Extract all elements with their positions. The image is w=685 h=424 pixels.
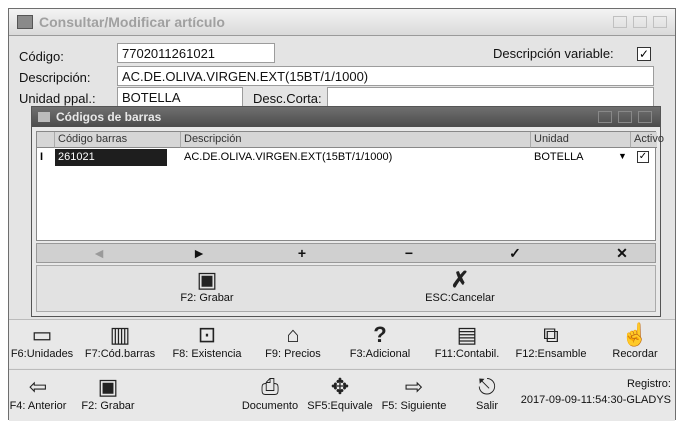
- assembly-button[interactable]: ⧉ F12:Ensamble: [511, 322, 591, 360]
- dialog-icon: [38, 112, 50, 122]
- equivalence-label: SF5:Equivale: [307, 400, 373, 412]
- prices-label: F9: Precios: [265, 348, 321, 360]
- confirm-record-button[interactable]: ✓: [505, 245, 525, 262]
- printer-icon: ⎙: [261, 374, 279, 399]
- descripcion-variable-label: Descripción variable:: [493, 46, 614, 61]
- price-tag-icon: ⌂: [286, 322, 300, 347]
- record-label: Registro:: [626, 378, 671, 390]
- exit-button[interactable]: ⎋ Salir: [467, 374, 507, 412]
- dialog-cancel-label: ESC:Cancelar: [425, 292, 495, 304]
- record-value: 2017-09-09-11:54:30-GLADYS: [520, 394, 671, 406]
- save-label: F2: Grabar: [81, 400, 135, 412]
- window-controls: [613, 16, 667, 28]
- barcode-icon: ▥: [109, 322, 131, 347]
- hand-pointer-icon: ☝: [621, 322, 649, 347]
- exit-icon: ⎋: [478, 374, 496, 399]
- descripcion-field[interactable]: AC.DE.OLIVA.VIRGEN.EXT(15BT/1/1000): [117, 66, 654, 86]
- equivalence-button[interactable]: ✥ SF5:Equivale: [305, 374, 375, 412]
- dialog-save-label: F2: Grabar: [180, 292, 234, 304]
- save-icon: ▣: [97, 374, 119, 399]
- cell-descripcion[interactable]: AC.DE.OLIVA.VIRGEN.EXT(15BT/1/1000): [181, 149, 531, 166]
- column-header-activo[interactable]: Activo: [631, 132, 664, 148]
- prev-record-button[interactable]: ◄: [89, 245, 109, 261]
- remember-label: Recordar: [612, 348, 658, 360]
- previous-button[interactable]: ⇦ F4: Anterior: [3, 374, 73, 412]
- cell-activo-checkbox[interactable]: ✓: [637, 151, 649, 163]
- add-record-button[interactable]: +: [292, 245, 312, 261]
- assembly-label: F12:Ensamble: [515, 348, 587, 360]
- dropdown-arrow-icon[interactable]: ▼: [615, 149, 629, 166]
- accounting-button[interactable]: ▤ F11:Contabil.: [427, 322, 507, 360]
- minimize-icon[interactable]: [613, 16, 627, 28]
- grid-navigator: ◄ ► + − ✓ ✕: [36, 243, 656, 263]
- window-titlebar: Consultar/Modificar artículo: [9, 9, 675, 36]
- stock-icon: ⊡: [197, 322, 217, 347]
- column-header-descripcion[interactable]: Descripción: [181, 132, 531, 148]
- delete-record-button[interactable]: ✕: [612, 245, 632, 262]
- maximize-icon[interactable]: [633, 16, 647, 28]
- barcodes-button[interactable]: ▥ F7:Cód.barras: [79, 322, 161, 360]
- maximize-icon[interactable]: [618, 111, 632, 123]
- barcodes-label: F7:Cód.barras: [84, 348, 156, 360]
- cell-unidad[interactable]: BOTELLA: [531, 149, 611, 166]
- barcodes-titlebar: Códigos de barras: [32, 107, 660, 127]
- equivalence-icon: ✥: [330, 374, 350, 399]
- codigo-field[interactable]: 7702011261021: [117, 43, 275, 63]
- stock-button[interactable]: ⊡ F8: Existencia: [167, 322, 247, 360]
- arrow-left-icon: ⇦: [28, 374, 48, 399]
- dialog-action-bar: ▣ F2: Grabar ✗ ESC:Cancelar: [36, 265, 656, 312]
- dialog-cancel-button[interactable]: ✗ ESC:Cancelar: [415, 267, 505, 305]
- row-indicator-header: [37, 132, 55, 148]
- dialog-controls: [598, 111, 652, 123]
- codigo-label: Código:: [19, 49, 64, 64]
- units-label: F6:Unidades: [10, 348, 74, 360]
- additional-button[interactable]: ? F3:Adicional: [343, 322, 417, 360]
- unidad-field[interactable]: BOTELLA: [117, 87, 243, 107]
- dialog-save-button[interactable]: ▣ F2: Grabar: [167, 267, 247, 305]
- remember-button[interactable]: ☝ Recordar: [603, 322, 667, 360]
- exit-label: Salir: [475, 400, 498, 412]
- barcodes-grid: Código barras Descripción Unidad Activo …: [36, 131, 664, 241]
- next-record-button[interactable]: ►: [189, 245, 209, 261]
- barcodes-title: Códigos de barras: [56, 110, 162, 124]
- row-marker: I: [40, 151, 44, 163]
- desc-corta-label: Desc.Corta:: [253, 91, 322, 106]
- column-header-codigo[interactable]: Código barras: [55, 132, 181, 148]
- additional-label: F3:Adicional: [349, 348, 411, 360]
- barcodes-dialog: Códigos de barras Código barras Descripc…: [31, 106, 664, 317]
- save-icon: ▣: [196, 267, 218, 292]
- cancel-x-icon: ✗: [450, 267, 470, 292]
- close-icon[interactable]: [653, 16, 667, 28]
- assembly-icon: ⧉: [543, 322, 559, 347]
- next-label: F5: Siguiente: [381, 400, 447, 412]
- minimize-icon[interactable]: [598, 111, 612, 123]
- save-button[interactable]: ▣ F2: Grabar: [75, 374, 141, 412]
- document-button[interactable]: ⎙ Documento: [235, 374, 305, 412]
- article-window: Consultar/Modificar artículo Código: 770…: [8, 8, 676, 421]
- remove-record-button[interactable]: −: [399, 245, 419, 261]
- stock-label: F8: Existencia: [172, 348, 242, 360]
- toolbar-functions: ▭ F6:Unidades ▥ F7:Cód.barras ⊡ F8: Exis…: [9, 319, 675, 368]
- column-header-unidad[interactable]: Unidad: [531, 132, 631, 148]
- unidad-label: Unidad ppal.:: [19, 91, 96, 106]
- cell-codigo[interactable]: 261021: [55, 149, 167, 166]
- prices-button[interactable]: ⌂ F9: Precios: [257, 322, 329, 360]
- close-icon[interactable]: [638, 111, 652, 123]
- descripcion-variable-checkbox[interactable]: ✓: [637, 47, 651, 61]
- units-icon: ▭: [31, 322, 53, 347]
- desc-corta-field[interactable]: [327, 87, 654, 107]
- record-info: Registro: 2017-09-09-11:54:30-GLADYS: [521, 378, 671, 406]
- question-icon: ?: [373, 322, 387, 347]
- accounting-label: F11:Contabil.: [434, 348, 500, 360]
- next-button[interactable]: ⇨ F5: Siguiente: [377, 374, 451, 412]
- previous-label: F4: Anterior: [9, 400, 67, 412]
- units-button[interactable]: ▭ F6:Unidades: [9, 322, 75, 360]
- descripcion-label: Descripción:: [19, 70, 91, 85]
- toolbar-navigation: ⇦ F4: Anterior ▣ F2: Grabar ⎙ Documento …: [9, 369, 675, 421]
- ledger-icon: ▤: [456, 322, 478, 347]
- arrow-right-icon: ⇨: [404, 374, 424, 399]
- app-icon: [17, 15, 33, 29]
- window-title: Consultar/Modificar artículo: [39, 14, 225, 30]
- document-label: Documento: [241, 400, 299, 412]
